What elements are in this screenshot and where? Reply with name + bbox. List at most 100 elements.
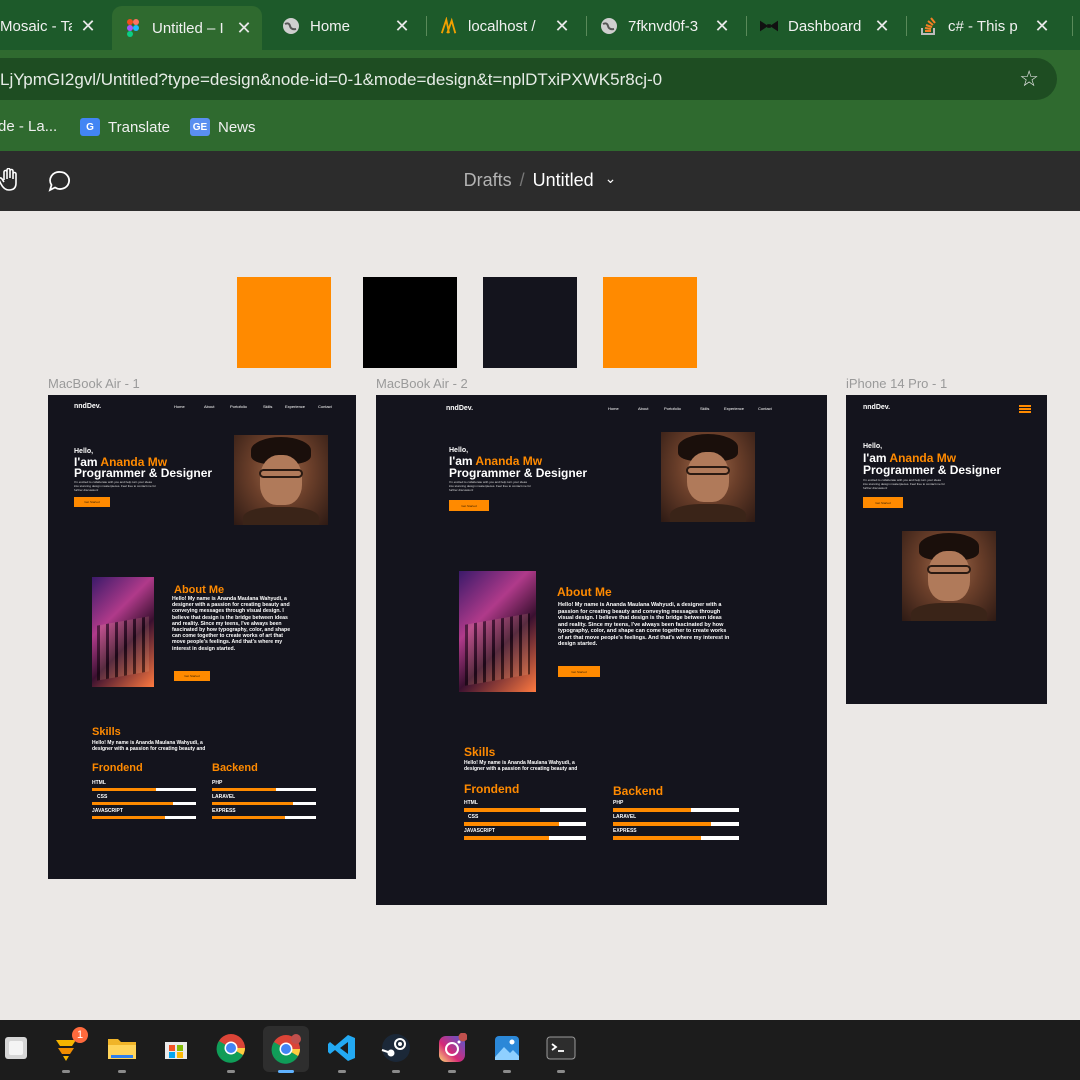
bookmarks-bar: de - La... G Translate GE News [0, 108, 1080, 151]
pinned-app-icon[interactable]: 1 [50, 1027, 88, 1064]
frame-macbook-air-1[interactable]: nndDev. Home About Portofolio Skills Exp… [48, 395, 356, 879]
skill-label: CSS [468, 814, 479, 820]
skill-bar [464, 808, 586, 812]
frontend-title: Frondend [92, 762, 143, 774]
skill-bar-fill [464, 836, 550, 840]
tab-figma-untitled[interactable]: Untitled – I ✕ [112, 6, 262, 50]
tab-localhost[interactable]: localhost / ✕ [428, 8, 580, 44]
nav-item: Contact [758, 406, 772, 411]
site-logo: nndDev. [74, 403, 102, 410]
bookmark-item[interactable]: de - La... [0, 118, 57, 135]
globe-icon [600, 17, 618, 35]
about-title: About Me [174, 584, 225, 596]
tab-title: Untitled – I [152, 19, 224, 37]
close-icon[interactable]: ✕ [78, 16, 98, 37]
breadcrumb-drafts[interactable]: Drafts [464, 170, 512, 190]
get-started-button: Get Started [863, 497, 903, 508]
nav-item: Skills [700, 406, 710, 411]
hamburger-menu-icon [1019, 405, 1031, 413]
tab-separator [1072, 16, 1073, 36]
bookmark-star-icon[interactable]: ☆ [1019, 66, 1039, 92]
tab-separator [906, 16, 907, 36]
nav-item: About [638, 406, 649, 411]
globe-icon [282, 17, 300, 35]
skill-bar [92, 802, 196, 805]
hero-hello: Hello, [449, 447, 469, 454]
photos-icon[interactable] [491, 1032, 523, 1064]
close-icon[interactable]: ✕ [234, 18, 254, 39]
frame-label[interactable]: MacBook Air - 2 [376, 376, 468, 391]
close-icon[interactable]: ✕ [1032, 16, 1052, 37]
windows-icon[interactable] [0, 1032, 32, 1064]
color-swatch-orange-2[interactable] [603, 277, 697, 368]
tab-title: Mosaic - Ta [0, 17, 72, 35]
profile-photo [234, 435, 328, 525]
nav-item: Skills [263, 404, 273, 409]
color-swatch-dark-navy[interactable] [483, 277, 577, 368]
hero-role: Programmer & Designer [863, 463, 1002, 477]
skill-bar [212, 802, 316, 805]
google-translate-icon: G [80, 118, 100, 136]
tab-separator [586, 16, 587, 36]
site-logo: nndDev. [863, 404, 891, 411]
running-indicator [338, 1070, 346, 1073]
microsoft-store-icon[interactable] [160, 1032, 192, 1064]
skill-bar-fill [613, 822, 712, 826]
skill-label: LARAVEL [613, 814, 637, 820]
terminal-icon[interactable] [545, 1032, 577, 1064]
chrome-icon[interactable] [215, 1032, 247, 1064]
about-text: Hello! My name is Ananda Maulana Wahyudi… [558, 602, 730, 647]
steam-icon[interactable] [380, 1032, 412, 1064]
close-icon[interactable]: ✕ [712, 16, 732, 37]
close-icon[interactable]: ✕ [392, 16, 412, 37]
windows-taskbar: 1 [0, 1020, 1080, 1080]
about-title: About Me [557, 585, 612, 599]
skill-label: JAVASCRIPT [92, 808, 123, 814]
file-name[interactable]: Untitled [533, 170, 594, 190]
site-nav: Home About Portofolio Skills Experience … [608, 406, 772, 411]
frame-label[interactable]: MacBook Air - 1 [48, 376, 140, 391]
frame-macbook-air-2[interactable]: nndDev. Home About Portofolio Skills Exp… [376, 395, 827, 905]
frame-label[interactable]: iPhone 14 Pro - 1 [846, 376, 947, 391]
figma-icon [124, 19, 142, 37]
running-indicator [392, 1070, 400, 1073]
hero-hello: Hello, [74, 448, 94, 455]
profile-photo [902, 531, 996, 621]
tab-title: Dashboard [788, 17, 862, 35]
chrome-profile-icon[interactable] [263, 1026, 309, 1072]
tab-mosaic[interactable]: Mosaic - Ta ✕ [0, 8, 106, 44]
tab-dashboard[interactable]: Dashboard ✕ [748, 8, 900, 44]
tab-stackoverflow[interactable]: c# - This p ✕ [908, 8, 1060, 44]
close-icon[interactable]: ✕ [872, 16, 892, 37]
color-swatch-orange[interactable] [237, 277, 331, 368]
skill-bar [464, 836, 586, 840]
hero-intro: I'm excited to collaborate with you and … [449, 480, 532, 492]
skill-bar [464, 822, 586, 826]
tab-7fknvd0f[interactable]: 7fknvd0f-3 ✕ [588, 8, 740, 44]
get-started-button: Get Started [449, 500, 489, 511]
skill-bar [212, 816, 316, 819]
nav-item: Experience [285, 404, 306, 409]
skill-bar [613, 836, 739, 840]
chevron-down-icon[interactable]: ⌄ [605, 170, 617, 186]
color-swatch-black[interactable] [363, 277, 457, 368]
skill-label: EXPRESS [212, 808, 236, 814]
tab-title: localhost / [468, 17, 536, 35]
tab-title: Home [310, 17, 351, 35]
bookmark-translate[interactable]: G Translate [80, 118, 170, 136]
instagram-icon[interactable] [436, 1032, 468, 1064]
url-text[interactable]: LjYpmGI2gvl/Untitled?type=design&node-id… [0, 70, 662, 90]
file-explorer-icon[interactable] [106, 1032, 138, 1064]
close-icon[interactable]: ✕ [552, 16, 572, 37]
address-bar[interactable]: LjYpmGI2gvl/Untitled?type=design&node-id… [0, 58, 1057, 100]
figma-canvas[interactable]: MacBook Air - 1 MacBook Air - 2 iPhone 1… [0, 211, 1080, 1020]
google-news-icon: GE [190, 118, 210, 136]
tab-home[interactable]: Home ✕ [270, 8, 420, 44]
frame-iphone-14-pro-1[interactable]: nndDev. Hello, I'am Ananda Mw Programmer… [846, 395, 1047, 704]
about-image [92, 577, 154, 687]
skill-label: LARAVEL [212, 794, 236, 800]
vscode-icon[interactable] [326, 1032, 358, 1064]
skill-label: EXPRESS [613, 828, 637, 834]
bookmark-label: de - La... [0, 118, 58, 135]
bookmark-news[interactable]: GE News [190, 118, 256, 136]
